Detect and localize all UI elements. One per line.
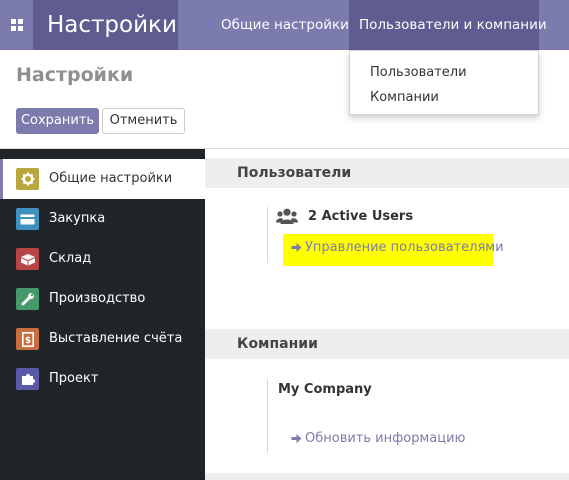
sidebar-item-label: Проект: [49, 371, 99, 386]
manage-users-link-label: Управление пользователями: [305, 240, 504, 255]
arrow-right-icon: [291, 434, 302, 443]
page-title: Настройки: [16, 64, 134, 86]
cancel-button[interactable]: Отменить: [102, 108, 185, 134]
manage-users-link[interactable]: Управление пользователями: [291, 240, 504, 255]
app-brand-title[interactable]: Настройки: [33, 0, 178, 50]
sidebar-item-label: Общие настройки: [49, 171, 173, 186]
active-users-count: 2 Active Users: [308, 209, 414, 224]
sidebar-item-manufacturing[interactable]: Производство: [0, 279, 205, 319]
dropdown-item-companies[interactable]: Компании: [370, 90, 439, 105]
apps-grid-icon: [10, 19, 23, 31]
users-icon: [276, 208, 298, 224]
settings-content: Пользователи 2 Active Users Управление п…: [205, 149, 569, 480]
top-navbar: Настройки Общие настройки Пользователи и…: [0, 0, 569, 50]
puzzle-icon: [16, 368, 39, 390]
section-header-companies: Компании: [205, 329, 569, 359]
invoice-icon: $: [16, 328, 39, 350]
sidebar-item-inventory[interactable]: Склад: [0, 239, 205, 279]
sidebar-item-general-settings[interactable]: Общие настройки: [0, 159, 205, 199]
svg-text:$: $: [24, 336, 30, 346]
users-companies-dropdown: Пользователи Компании: [349, 50, 539, 115]
sidebar-item-project[interactable]: Проект: [0, 359, 205, 399]
dropdown-item-users[interactable]: Пользователи: [370, 65, 467, 80]
credit-card-icon: [16, 208, 39, 230]
setting-box-divider: [267, 207, 268, 263]
sidebar-item-label: Склад: [49, 251, 92, 266]
box-icon: [16, 248, 39, 270]
nav-general-settings[interactable]: Общие настройки: [210, 0, 360, 50]
update-info-link[interactable]: Обновить информацию: [291, 431, 465, 446]
update-info-link-label: Обновить информацию: [305, 431, 466, 446]
sidebar-item-label: Закупка: [49, 211, 106, 226]
settings-sidebar: Общие настройки Закупка Склад Производст…: [0, 149, 205, 480]
apps-menu-button[interactable]: [0, 0, 33, 50]
sidebar-item-invoicing[interactable]: $ Выставление счёта: [0, 319, 205, 359]
setting-box-divider: [267, 379, 268, 453]
sidebar-item-purchase[interactable]: Закупка: [0, 199, 205, 239]
wrench-icon: [16, 288, 39, 310]
save-button[interactable]: Сохранить: [16, 108, 99, 134]
active-indicator: [0, 159, 3, 199]
section-header-users: Пользователи: [205, 158, 569, 188]
sidebar-item-label: Выставление счёта: [49, 331, 183, 346]
next-section-header: [205, 473, 569, 480]
company-name: My Company: [278, 382, 372, 397]
sidebar-item-label: Производство: [49, 291, 146, 306]
arrow-right-icon: [291, 243, 302, 252]
gear-icon: [16, 168, 39, 190]
nav-users-companies[interactable]: Пользователи и компании: [349, 0, 547, 50]
